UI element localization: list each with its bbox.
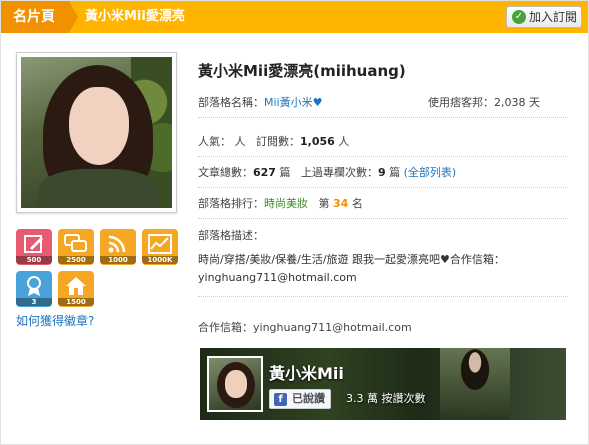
days-value: 2,038 天	[494, 96, 540, 109]
tab-arrow	[69, 1, 78, 33]
top-bar: 名片頁 黃小米Mii愛漂亮 ✓ 加入訂閱	[1, 1, 588, 33]
articles-count: 627	[253, 166, 276, 179]
desc-label: 部落格描述：	[198, 229, 264, 242]
comments-icon[interactable]: 2500	[58, 229, 94, 265]
check-icon: ✓	[512, 10, 526, 24]
subscribe-button[interactable]: ✓ 加入訂閱	[506, 6, 582, 28]
subs-count: 1,056	[300, 135, 335, 148]
how-to-get-badges-link[interactable]: 如何獲得徽章?	[16, 312, 94, 329]
rank-category-link[interactable]: 時尚美妝	[264, 197, 308, 210]
chart-icon[interactable]: 1000K	[142, 229, 178, 265]
contact-mail-row: 合作信箱：yinghuang711@hotmail.com	[198, 321, 412, 334]
subscribe-label: 加入訂閱	[529, 10, 578, 24]
rss-icon[interactable]: 1000	[100, 229, 136, 265]
page-title: 黃小米Mii愛漂亮(miihuang)	[198, 62, 406, 80]
rank-value: 34	[333, 197, 349, 210]
fb-page-name[interactable]: 黃小米Mii	[269, 360, 344, 384]
stats-row: 人氣： 人 訂閱數：1,056 人	[198, 126, 568, 157]
fb-like-count: 3.3 萬 按讚次數	[346, 392, 426, 405]
blog-description: 時尚/穿搭/美妝/保養/生活/旅遊 跟我一起愛漂亮吧♥合作信箱：yinghuan…	[198, 253, 505, 284]
featured-list-link[interactable]: (全部列表)	[404, 166, 457, 179]
avatar[interactable]	[16, 52, 177, 213]
blog-name-link[interactable]: Mii黃小米	[264, 96, 313, 109]
heart-icon: ♥	[312, 96, 323, 109]
award-icon[interactable]: 3	[16, 271, 52, 307]
fb-cover-image	[440, 348, 510, 420]
edit-icon[interactable]: 500	[16, 229, 52, 265]
divider	[198, 296, 568, 297]
featured-count: 9	[377, 166, 386, 179]
contact-mail: yinghuang711@hotmail.com	[253, 321, 412, 334]
profile-card: 名片頁 黃小米Mii愛漂亮 ✓ 加入訂閱 500 2500 1000 1000K…	[0, 0, 589, 445]
fb-like-button[interactable]: f 已說讚	[269, 389, 331, 409]
avatar-image	[21, 57, 172, 208]
facebook-page-widget[interactable]: 黃小米Mii f 已說讚 3.3 萬 按讚次數	[200, 348, 566, 420]
home-icon[interactable]: 1500	[58, 271, 94, 307]
fb-thumbnail[interactable]	[207, 356, 263, 412]
rank-row: 部落格排行：時尚美妝 第 34 名	[198, 188, 568, 219]
articles-row: 文章總數：627 篇 上過專欄次數：9 篇 (全部列表)	[198, 157, 568, 188]
blog-name-row: 部落格名稱：Mii黃小米♥ 使用痞客邦：2,038 天	[198, 87, 568, 118]
tab-home[interactable]: 名片頁	[1, 1, 69, 33]
facebook-icon: f	[274, 393, 287, 406]
breadcrumb: 黃小米Mii愛漂亮	[85, 9, 185, 24]
